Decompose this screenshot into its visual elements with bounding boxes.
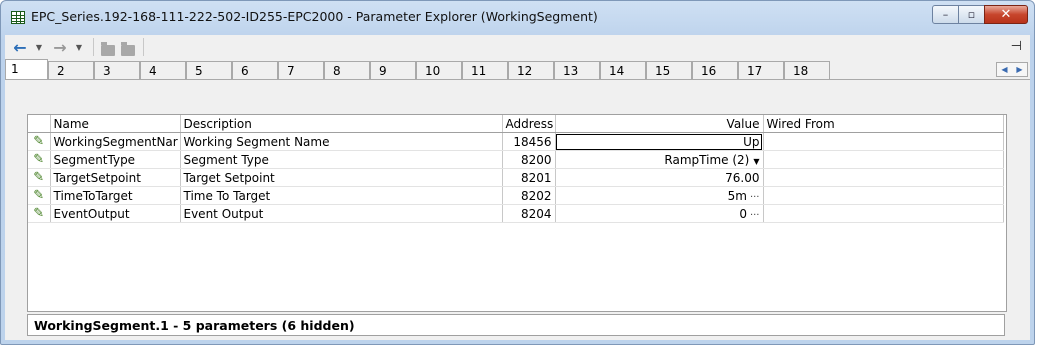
scroll-left-icon[interactable]: ◀ <box>1001 65 1007 74</box>
parameter-address: 8201 <box>502 168 556 187</box>
description-column-header[interactable]: Description <box>180 115 503 133</box>
table-row[interactable]: ✎ TimeToTarget Time To Target 8202 5m ··· <box>28 186 1004 205</box>
title-bar[interactable]: EPC_Series.192-168-111-222-502-ID255-EPC… <box>1 1 1034 35</box>
toolbar: ← ▼ → ▼ ⊣ <box>5 35 1030 59</box>
tab-15[interactable]: 15 <box>646 61 692 79</box>
pencil-edit-icon: ✎ <box>33 134 45 149</box>
name-column-header[interactable]: Name <box>50 115 181 133</box>
tab-7[interactable]: 7 <box>278 61 324 79</box>
parameter-name: TargetSetpoint <box>50 168 181 187</box>
close-button[interactable]: ✕ <box>984 5 1028 24</box>
tab-14[interactable]: 14 <box>600 61 646 79</box>
pencil-edit-icon: ✎ <box>33 170 45 185</box>
tab-5[interactable]: 5 <box>186 61 232 79</box>
parameter-wired-from <box>763 168 1004 187</box>
maximize-button[interactable]: ▫ <box>958 5 985 24</box>
table-row[interactable]: ✎ WorkingSegmentNar Working Segment Name… <box>28 132 1004 151</box>
table-row[interactable]: ✎ TargetSetpoint Target Setpoint 8201 76… <box>28 168 1004 187</box>
tab-10[interactable]: 10 <box>416 61 462 79</box>
explorer-body: Name Description Address Value Wired Fro… <box>5 79 1030 340</box>
forward-arrow-icon[interactable]: → <box>51 38 69 57</box>
parameter-value-input[interactable]: Up <box>555 132 764 151</box>
pencil-edit-icon: ✎ <box>33 152 45 167</box>
tab-2[interactable]: 2 <box>48 61 94 79</box>
parameter-value-input[interactable]: 76.00 <box>555 168 764 187</box>
parameter-description: Target Setpoint <box>180 168 503 187</box>
toolbar-separator <box>93 38 94 56</box>
pencil-edit-icon: ✎ <box>33 206 45 221</box>
parameter-wired-from <box>763 186 1004 205</box>
parameter-wired-from <box>763 132 1004 151</box>
ellipsis-icon[interactable]: ··· <box>750 192 760 203</box>
parameter-description: Time To Target <box>180 186 503 205</box>
tab-17[interactable]: 17 <box>738 61 784 79</box>
tab-12[interactable]: 12 <box>508 61 554 79</box>
tab-16[interactable]: 16 <box>692 61 738 79</box>
value-column-header[interactable]: Value <box>555 115 764 133</box>
table-grid-icon <box>11 11 25 24</box>
wired-from-column-header[interactable]: Wired From <box>763 115 1004 133</box>
parameter-address: 8200 <box>502 150 556 169</box>
tab-4[interactable]: 4 <box>140 61 186 79</box>
tab-18[interactable]: 18 <box>784 61 830 79</box>
parameter-wired-from <box>763 150 1004 169</box>
chevron-down-icon[interactable]: ▼ <box>753 157 759 166</box>
parameter-name: TimeToTarget <box>50 186 181 205</box>
pencil-edit-icon: ✎ <box>33 188 45 203</box>
pin-icon[interactable]: ⊣ <box>1011 39 1022 54</box>
address-column-header[interactable]: Address <box>502 115 556 133</box>
parameter-address: 8204 <box>502 204 556 223</box>
parameter-address: 8202 <box>502 186 556 205</box>
parameter-explorer-window: EPC_Series.192-168-111-222-502-ID255-EPC… <box>0 0 1035 345</box>
icon-column-header <box>28 115 51 133</box>
tab-3[interactable]: 3 <box>94 61 140 79</box>
toolbar-separator <box>143 38 144 56</box>
tab-strip: 1 2 3 4 5 6 7 8 9 10 11 12 13 14 15 16 1… <box>5 59 1030 79</box>
parameter-address: 18456 <box>502 132 556 151</box>
tab-11[interactable]: 11 <box>462 61 508 79</box>
table-row[interactable]: ✎ EventOutput Event Output 8204 0 ··· <box>28 204 1004 223</box>
scroll-right-icon[interactable]: ▶ <box>1016 65 1022 74</box>
tab-6[interactable]: 6 <box>232 61 278 79</box>
parameter-description: Segment Type <box>180 150 503 169</box>
parameter-value-select[interactable]: RampTime (2) ▼ <box>555 150 764 169</box>
back-arrow-icon[interactable]: ← <box>11 38 29 57</box>
table-row[interactable]: ✎ SegmentType Segment Type 8200 RampTime… <box>28 150 1004 169</box>
parameter-description: Working Segment Name <box>180 132 503 151</box>
parameter-name: EventOutput <box>50 204 181 223</box>
window-title: EPC_Series.192-168-111-222-502-ID255-EPC… <box>31 9 598 24</box>
parameter-name: SegmentType <box>50 150 181 169</box>
tab-13[interactable]: 13 <box>554 61 600 79</box>
parameter-value-editor[interactable]: 0 ··· <box>555 204 764 223</box>
ellipsis-icon[interactable]: ··· <box>750 210 760 221</box>
parameter-value-editor[interactable]: 5m ··· <box>555 186 764 205</box>
forward-history-dropdown-icon[interactable]: ▼ <box>73 38 85 56</box>
tab-9[interactable]: 9 <box>370 61 416 79</box>
tab-1[interactable]: 1 <box>5 59 48 79</box>
tab-8[interactable]: 8 <box>324 61 370 79</box>
parameter-description: Event Output <box>180 204 503 223</box>
folder-open-icon[interactable] <box>121 42 135 56</box>
grid-header-row: Name Description Address Value Wired Fro… <box>28 115 1004 133</box>
tab-scroll-buttons[interactable]: ◀ ▶ <box>996 62 1028 77</box>
back-history-dropdown-icon[interactable]: ▼ <box>33 38 45 56</box>
status-bar: WorkingSegment.1 - 5 parameters (6 hidde… <box>27 314 1005 336</box>
parameter-name: WorkingSegmentNar <box>50 132 181 151</box>
parameter-wired-from <box>763 204 1004 223</box>
parameter-grid: Name Description Address Value Wired Fro… <box>27 114 1007 312</box>
folder-up-icon[interactable] <box>101 42 115 56</box>
minimize-button[interactable]: – <box>932 5 959 24</box>
